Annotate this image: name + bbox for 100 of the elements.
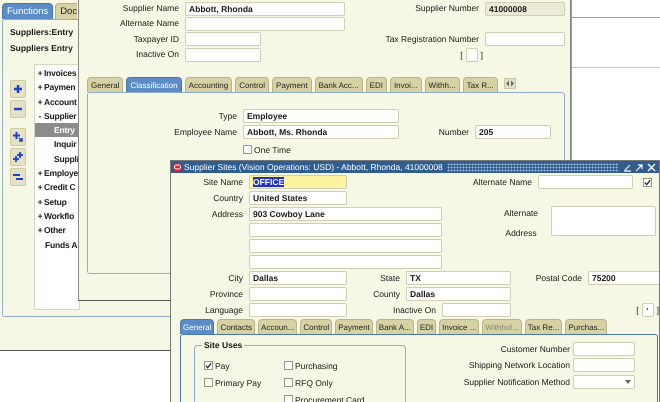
tab[interactable]: Control: [235, 77, 269, 92]
plus-icon: [13, 84, 23, 94]
scroll-tabs-button[interactable]: [504, 78, 516, 90]
checkbox[interactable]: [204, 378, 213, 387]
input-field[interactable]: TX: [406, 271, 511, 285]
field-label: Employee Name: [173, 126, 238, 139]
input-field[interactable]: [249, 287, 347, 301]
expand-toggle[interactable]: -: [35, 108, 44, 124]
tab[interactable]: Accoun...: [258, 319, 298, 334]
input-field[interactable]: [573, 342, 635, 356]
field-label: Supplier Notification Method: [464, 376, 571, 389]
tab[interactable]: Bank Acc...: [314, 77, 363, 92]
tab[interactable]: Doc: [55, 3, 78, 19]
tab[interactable]: Invoice ...: [439, 319, 480, 334]
input-field[interactable]: [249, 255, 442, 269]
close-icon: [647, 162, 656, 172]
expand-toggle[interactable]: +: [35, 80, 44, 95]
expand-toggle[interactable]: +: [35, 194, 44, 209]
expand-toggle[interactable]: +: [35, 180, 44, 195]
input-field[interactable]: [185, 32, 261, 46]
tree-item[interactable]: Employe: [44, 166, 78, 180]
input-field[interactable]: [485, 32, 565, 46]
check-icon: [205, 362, 212, 369]
bracket: ]: [480, 48, 483, 62]
text-area[interactable]: [551, 206, 656, 236]
expand-all-button[interactable]: [10, 148, 26, 166]
expand-toggle[interactable]: +: [35, 66, 44, 80]
expand-toggle[interactable]: +: [35, 223, 44, 238]
expand-toggle[interactable]: +: [35, 94, 44, 109]
expand-button[interactable]: [10, 80, 26, 98]
input-field[interactable]: OFFICE: [249, 175, 347, 189]
checkbox[interactable]: [284, 378, 293, 387]
input-field[interactable]: [185, 48, 261, 62]
checkbox[interactable]: [643, 178, 652, 186]
field-label: City: [227, 272, 244, 285]
input-field[interactable]: [573, 358, 635, 372]
double-minus-icon: [13, 172, 23, 182]
tab[interactable]: EDI: [366, 77, 387, 92]
checkbox-label: Primary Pay: [215, 378, 262, 388]
field-label: Postal Code: [534, 272, 583, 284]
input-field[interactable]: [249, 303, 347, 317]
tree-item[interactable]: Invoices: [44, 66, 76, 80]
tree-item[interactable]: Credit C: [44, 180, 76, 195]
input-field[interactable]: Employee: [243, 109, 399, 124]
minimize-icon: [623, 162, 632, 172]
input-field[interactable]: 75200: [588, 271, 659, 285]
flexfield-field[interactable]: ·: [642, 303, 654, 317]
tab[interactable]: Accounting: [184, 77, 232, 92]
checkbox[interactable]: [284, 395, 293, 402]
field-label: Supplier Number: [414, 2, 480, 16]
tab[interactable]: Bank A...: [376, 319, 414, 334]
context-label: Suppliers Entry: [10, 42, 73, 55]
tab[interactable]: Withh...: [424, 77, 460, 92]
input-field[interactable]: Dallas: [406, 287, 511, 301]
tree-item[interactable]: Supplier: [44, 108, 76, 124]
maximize-button[interactable]: [635, 162, 644, 172]
input-field[interactable]: United States: [249, 191, 347, 205]
expand-toggle[interactable]: +: [35, 166, 44, 180]
tab[interactable]: General: [87, 77, 124, 92]
input-field[interactable]: [185, 16, 345, 31]
input-field[interactable]: 205: [475, 125, 551, 140]
input-field[interactable]: Dallas: [249, 271, 347, 285]
tree-item[interactable]: Account: [44, 94, 77, 109]
expand-branch-button[interactable]: [10, 128, 26, 146]
expand-toggle[interactable]: +: [35, 208, 44, 224]
input-field[interactable]: 903 Cowboy Lane: [249, 207, 442, 221]
tree-item[interactable]: Inquir: [35, 137, 79, 152]
input-field[interactable]: Abbott, Ms. Rhonda: [243, 125, 399, 140]
tab[interactable]: Payment: [335, 319, 373, 334]
tab[interactable]: Purchas...: [565, 319, 608, 334]
input-field[interactable]: [249, 223, 442, 237]
tab[interactable]: Invoi...: [390, 77, 422, 92]
tab[interactable]: Tax R...: [462, 77, 498, 92]
flexfield-field[interactable]: [466, 48, 478, 62]
collapse-button[interactable]: [10, 100, 26, 118]
input-field[interactable]: Abbott, Rhonda: [185, 2, 345, 16]
tree-item[interactable]: Setup: [44, 194, 67, 209]
tree-item[interactable]: Other: [44, 223, 66, 238]
tab[interactable]: Payment: [272, 77, 312, 92]
tree-item[interactable]: Suppli: [35, 152, 79, 166]
checkbox[interactable]: [243, 145, 252, 154]
tree-item[interactable]: Paymen: [44, 80, 76, 95]
tree-item[interactable]: Workflo: [44, 208, 74, 224]
checkbox-label: RFQ Only: [295, 378, 333, 388]
plus-arrow-icon: [13, 132, 23, 142]
collapse-all-button[interactable]: [10, 168, 26, 186]
tab[interactable]: Tax Re...: [524, 319, 562, 334]
input-field[interactable]: [249, 239, 442, 253]
tree-item[interactable]: Funds A: [35, 238, 78, 252]
input-field[interactable]: [442, 303, 511, 317]
tab[interactable]: EDI: [416, 319, 436, 334]
input-field[interactable]: [538, 175, 633, 189]
checkbox[interactable]: [284, 361, 293, 370]
tab[interactable]: Contacts: [217, 319, 256, 334]
close-button[interactable]: [647, 162, 656, 172]
tab[interactable]: Control: [300, 319, 332, 334]
dropdown[interactable]: [573, 375, 635, 389]
field-label: Inactive On: [135, 48, 180, 62]
checkbox[interactable]: [204, 361, 213, 370]
minimize-button[interactable]: [623, 162, 632, 172]
